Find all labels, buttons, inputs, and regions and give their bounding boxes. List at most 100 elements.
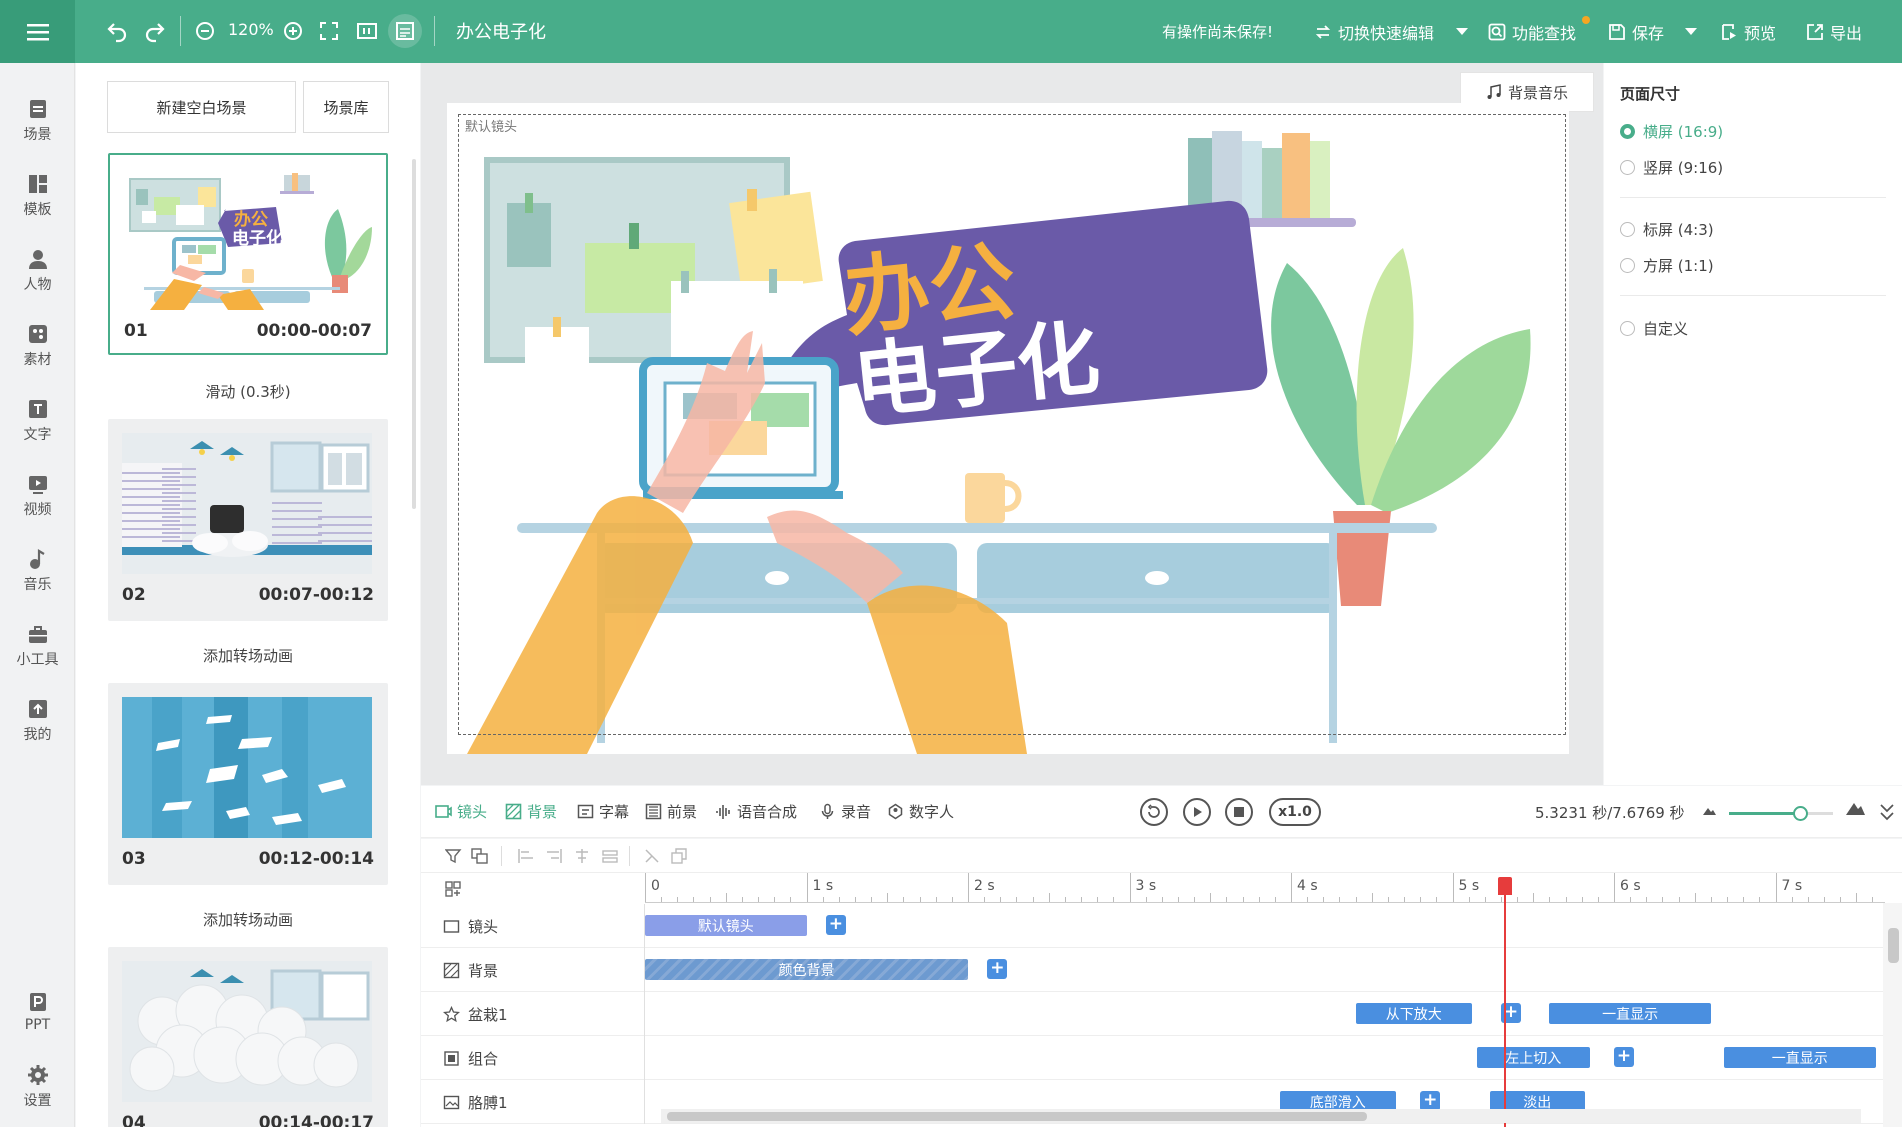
fullscreen-icon[interactable] [316,18,342,44]
cut-icon[interactable] [643,848,661,864]
timeline-clip[interactable]: 颜色背景 [645,959,968,980]
add-animation-button[interactable]: + [987,959,1008,979]
nav-item-material[interactable]: 素材 [0,315,75,377]
timeline-clip[interactable]: 左上切入 [1476,1047,1590,1068]
nav-item-toolbox[interactable]: 小工具 [0,615,75,677]
zoom-in-mountain-icon[interactable] [1845,800,1865,816]
align-right-icon[interactable] [545,848,563,864]
subtitle-toggle-icon[interactable] [388,14,422,48]
timeline-track[interactable]: 背景 颜色背景 + [421,948,1883,992]
tab-speech-synthesis[interactable]: 语音合成 [715,801,797,822]
nav-item-ppt[interactable]: PPT [0,981,75,1043]
distribute-icon[interactable] [601,848,619,864]
page-size-option-standard[interactable]: 标屏 (4:3) [1620,219,1714,240]
page-size-option-portrait[interactable]: 竖屏 (9:16) [1620,157,1723,178]
nav-item-mine[interactable]: 我的 [0,690,75,752]
playback-speed-button[interactable]: x1.0 [1269,798,1321,826]
scene-panel-scrollbar[interactable] [412,159,416,509]
transition-label[interactable]: 添加转场动画 [108,909,388,930]
align-center-icon[interactable] [573,848,591,864]
timeline-track[interactable]: 组合 左上切入 一直显示 + [421,1036,1883,1080]
nav-item-scene[interactable]: 场景 [0,90,75,152]
ppt-icon [29,993,46,1011]
time-ruler[interactable]: 0 1 s 2 s 3 s 4 s 5 s 6 s 7 s [645,873,1885,903]
timeline-zoom-slider[interactable] [1729,806,1833,821]
scene-canvas[interactable]: 办公 电子化 [447,103,1569,754]
stop-button[interactable] [1225,798,1253,826]
collapse-icon[interactable] [1879,802,1895,822]
timeline-clip[interactable]: 一直显示 [1723,1047,1876,1068]
tab-digital-human[interactable]: 数字人 [887,801,954,822]
horizontal-scrollbar[interactable] [661,1109,1861,1123]
scene-card[interactable]: 02 00:07-00:12 [108,419,388,621]
new-blank-scene-button[interactable]: 新建空白场景 [107,81,296,133]
save-dropdown-icon[interactable] [1685,28,1697,35]
chevron-down-icon[interactable] [1456,28,1468,35]
ruler-tick [1129,873,1131,902]
tab-subtitle[interactable]: 字幕 [577,801,629,822]
transition-label[interactable]: 添加转场动画 [108,645,388,666]
menu-button[interactable] [0,0,75,63]
track-header[interactable]: 盆栽1 [421,992,645,1036]
actual-size-icon[interactable] [354,18,380,44]
function-search-button[interactable]: 功能查找 [1488,19,1576,45]
redo-icon[interactable] [142,18,168,44]
arm-left[interactable] [467,331,765,754]
timeline-track[interactable]: 镜头 默认镜头 + [421,904,1883,948]
layout-icon[interactable] [445,881,461,897]
title-speech-bubble[interactable]: 办公 电子化 [787,200,1268,431]
export-button[interactable]: 导出 [1806,19,1862,45]
track-header[interactable]: 胳膊1 [421,1080,645,1124]
ruler-minor-tick [1743,897,1745,902]
timeline-clip[interactable]: 从下放大 [1355,1003,1472,1024]
track-header[interactable]: 镜头 [421,904,645,948]
zoom-in-icon[interactable] [280,18,306,44]
copy-icon[interactable] [671,848,689,864]
tab-background[interactable]: 背景 [505,801,557,822]
tab-foreground[interactable]: 前景 [645,801,697,822]
playhead[interactable] [1503,877,1506,1127]
scene-card[interactable]: 04 00:14-00:17 [108,947,388,1127]
timeline-clip[interactable]: 默认镜头 [645,915,807,936]
tab-lens[interactable]: 镜头 [435,801,487,822]
align-left-icon[interactable] [517,848,535,864]
zoom-out-mountain-icon[interactable] [1702,806,1716,816]
scene-card[interactable]: 办公 电子化 01 00:00-00:07 [108,153,388,355]
slider-knob[interactable] [1792,806,1808,821]
nav-item-template[interactable]: 模板 [0,165,75,227]
document-title[interactable]: 办公电子化 [456,18,546,44]
tab-record[interactable]: 录音 [819,801,871,822]
add-animation-button[interactable]: + [1614,1047,1634,1067]
nav-item-settings[interactable]: 设置 [0,1056,75,1118]
scene-library-button[interactable]: 场景库 [303,81,389,133]
page-size-option-custom[interactable]: 自定义 [1620,318,1688,339]
add-animation-button[interactable]: + [1420,1091,1441,1111]
track-header[interactable]: 背景 [421,948,645,992]
timeline-track[interactable]: 盆栽1 从下放大 一直显示 + [421,992,1883,1036]
nav-item-person[interactable]: 人物 [0,240,75,302]
save-button[interactable]: 保存 [1608,19,1664,45]
track-header[interactable]: 组合 [421,1036,645,1080]
replay-button[interactable] [1140,798,1168,826]
transition-label[interactable]: 滑动 (0.3秒) [108,381,388,402]
nav-item-text[interactable]: 文字 [0,390,75,452]
switch-quick-edit-button[interactable]: 切换快速编辑 [1314,19,1434,45]
ruler-minor-tick [1646,897,1648,902]
group-icon[interactable] [471,848,489,864]
notice-board[interactable] [484,157,823,383]
add-animation-button[interactable]: + [825,915,846,935]
nav-item-music[interactable]: 音乐 [0,540,75,602]
tab-label: 背景 [527,803,558,821]
nav-item-video[interactable]: 视频 [0,465,75,527]
mug[interactable] [965,473,1022,523]
undo-icon[interactable] [104,18,130,44]
preview-button[interactable]: 预览 [1720,19,1776,45]
vertical-scrollbar[interactable] [1883,903,1902,1127]
zoom-out-icon[interactable] [192,18,218,44]
timeline-clip[interactable]: 一直显示 [1549,1003,1711,1024]
page-size-option-landscape[interactable]: 横屏 (16:9) [1620,121,1723,142]
filter-icon[interactable] [445,848,463,864]
play-button[interactable] [1183,798,1211,826]
page-size-option-square[interactable]: 方屏 (1:1) [1620,255,1714,276]
scene-card[interactable]: 03 00:12-00:14 [108,683,388,885]
